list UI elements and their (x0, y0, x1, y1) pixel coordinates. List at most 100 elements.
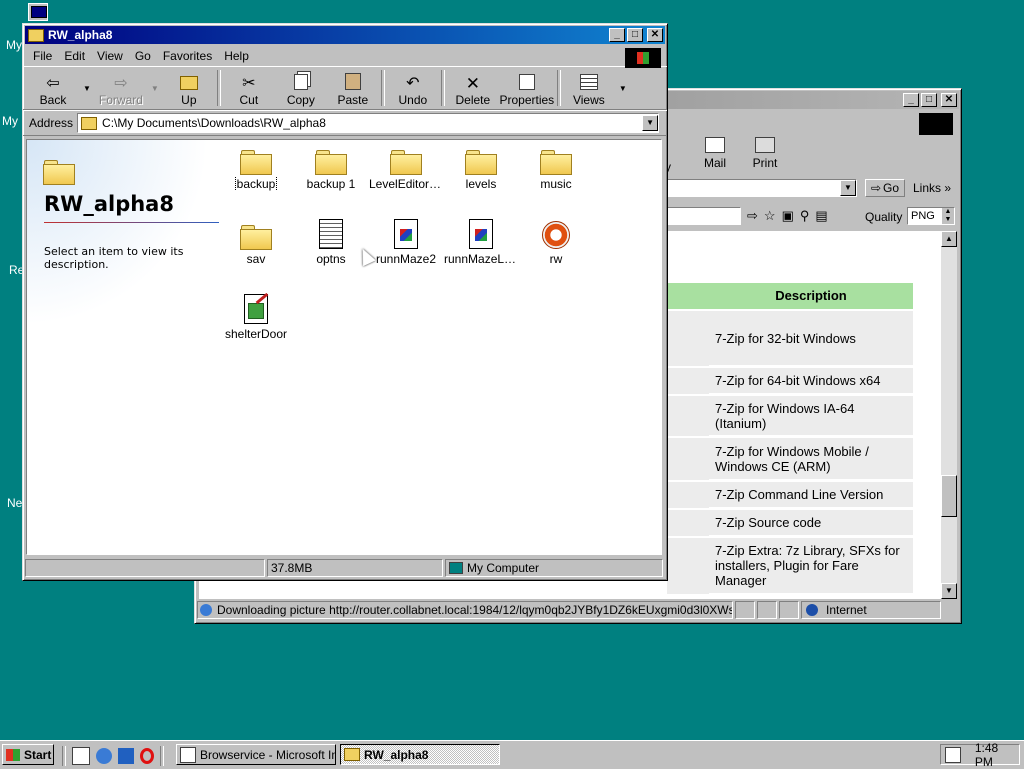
desktop-icon-label-1[interactable]: My D (2, 114, 24, 128)
browser-print-button[interactable]: Print (745, 137, 785, 170)
opera-icon[interactable] (140, 748, 154, 764)
browser-throbber (919, 113, 953, 135)
forward-button[interactable]: ⇨ Forward (95, 69, 147, 107)
quality-stepper-icon[interactable]: ▲ ▼ (942, 208, 954, 224)
windows-flag-icon (6, 748, 20, 761)
taskbar: Start Browservice - Microsoft Int... RW_… (0, 740, 1024, 769)
back-dropdown-icon[interactable]: ▼ (83, 84, 91, 93)
quality-select[interactable]: PNG ▲ ▼ (907, 207, 955, 225)
start-button[interactable]: Start (2, 744, 54, 765)
forward-dropdown-icon[interactable]: ▼ (151, 84, 159, 93)
status-pane (757, 601, 777, 619)
menu-edit[interactable]: Edit (58, 49, 91, 63)
status-zone: My Computer (445, 559, 663, 577)
text-file-icon (319, 219, 343, 249)
ie-icon[interactable] (96, 748, 112, 764)
browser-nav-icons: ⇨ ☆ ▣ ⚲ ▤ (747, 208, 828, 224)
shockwave-icon (542, 221, 570, 249)
file-item-sav[interactable]: sav (219, 217, 293, 266)
globe-icon (806, 604, 818, 616)
system-tray: 1:48 PM (940, 741, 1020, 769)
scheduler-icon[interactable] (945, 746, 961, 763)
browser-scrollbar[interactable]: ▲ ▼ (941, 231, 957, 599)
table-cell-desc-0: 7-Zip for 32-bit Windows (709, 311, 913, 366)
properties-icon (518, 74, 535, 90)
browser-minimize-button[interactable]: _ (903, 93, 919, 107)
desktop-icon-label-3[interactable]: Ne (7, 496, 22, 510)
delete-button[interactable]: ✕ Delete (447, 69, 499, 108)
bookmark-icon[interactable]: ☆ (764, 208, 776, 224)
file-item-backup-1[interactable]: backup 1 (294, 142, 368, 191)
back-button[interactable]: ⇦ Back (27, 69, 79, 107)
file-item-runnmazele[interactable]: runnMazeLe... (444, 217, 518, 266)
close-button[interactable]: ✕ (647, 28, 663, 42)
cut-button[interactable]: ✂ Cut (223, 69, 275, 107)
file-item-runnmaze2[interactable]: runnMaze2 (369, 217, 443, 266)
file-item-shelterdoor[interactable]: shelterDoor (219, 292, 293, 341)
scroll-thumb[interactable] (941, 475, 957, 517)
maximize-button[interactable]: □ (627, 28, 643, 42)
explorer-titlebar[interactable]: RW_alpha8 _ □ ✕ (25, 26, 665, 44)
clipboard-icon (344, 73, 361, 90)
address-dropdown-icon[interactable]: ▼ (642, 115, 659, 131)
undo-button[interactable]: ↶ Undo (387, 69, 439, 107)
outlook-icon[interactable] (118, 748, 134, 764)
address-label: Address (29, 116, 74, 130)
back-arrow-icon: ⇦ (46, 75, 60, 92)
folder-icon (81, 116, 98, 130)
browser-mail-button[interactable]: Mail (695, 137, 735, 170)
quicklaunch (62, 746, 164, 766)
up-folder-icon (179, 76, 198, 90)
table-cell-desc-1: 7-Zip for 64-bit Windows x64 (709, 368, 913, 394)
find-icon[interactable]: ⚲ (800, 208, 810, 224)
clock[interactable]: 1:48 PM (975, 741, 1019, 769)
table-header: Description (709, 283, 913, 309)
views-dropdown-icon[interactable]: ▼ (619, 84, 627, 93)
browser-links-button[interactable]: Links » (913, 181, 951, 195)
show-desktop-icon[interactable] (72, 747, 90, 765)
go-arrow-icon: ⇨ (870, 181, 882, 195)
up-button[interactable]: Up (163, 69, 215, 107)
file-item-leveleditor[interactable]: LevelEditorP... (369, 142, 443, 191)
go-arrow-icon[interactable]: ⇨ (747, 208, 758, 224)
ie-page-icon (180, 746, 196, 763)
bookmarks-icon[interactable]: ▣ (782, 208, 794, 224)
copy-button[interactable]: Copy (275, 69, 327, 107)
address-input[interactable]: C:\My Documents\Downloads\RW_alpha8 ▼ (77, 113, 660, 133)
desktop-icon-label-0[interactable]: My (6, 38, 22, 52)
address-bar: Address C:\My Documents\Downloads\RW_alp… (23, 110, 667, 136)
browser-status-zone: Internet (801, 601, 941, 619)
menu-view[interactable]: View (91, 49, 129, 63)
file-item-music[interactable]: music (519, 142, 593, 191)
menu-file[interactable]: File (27, 49, 58, 63)
browser-url-input[interactable] (667, 207, 741, 225)
scroll-down-icon[interactable]: ▼ (941, 583, 957, 599)
menu-help[interactable]: Help (218, 49, 255, 63)
properties-button[interactable]: Properties (499, 69, 555, 107)
file-item-optns[interactable]: optns (294, 217, 368, 266)
exe-file-icon (469, 219, 493, 249)
desktop-icon-top[interactable] (28, 3, 48, 21)
browser-statusbar: Downloading picture http://router.collab… (197, 601, 957, 619)
menu-favorites[interactable]: Favorites (157, 49, 218, 63)
menu-go[interactable]: Go (129, 49, 157, 63)
task-browser[interactable]: Browservice - Microsoft Int... (176, 744, 336, 765)
paste-button[interactable]: Paste (327, 69, 379, 107)
minimize-button[interactable]: _ (609, 28, 625, 42)
browser-go-button[interactable]: ⇨ Go (865, 179, 905, 197)
browser-close-button[interactable]: ✕ (941, 93, 957, 107)
scroll-up-icon[interactable]: ▲ (941, 231, 957, 247)
status-pane (735, 601, 755, 619)
browser-maximize-button[interactable]: □ (921, 93, 937, 107)
file-item-rw[interactable]: rw (519, 217, 593, 266)
clipboard-icon[interactable]: ▤ (815, 208, 827, 224)
chevron-down-icon[interactable]: ▼ (840, 180, 856, 196)
task-explorer[interactable]: RW_alpha8 (340, 744, 500, 765)
views-button[interactable]: Views (563, 69, 615, 107)
folder-icon (540, 148, 572, 175)
file-item-levels[interactable]: levels (444, 142, 518, 191)
exe-file-icon (394, 219, 418, 249)
ie-page-icon (200, 604, 212, 616)
browser-address-combo[interactable]: ▼ (667, 179, 857, 197)
file-item-backup[interactable]: backup (219, 142, 293, 191)
